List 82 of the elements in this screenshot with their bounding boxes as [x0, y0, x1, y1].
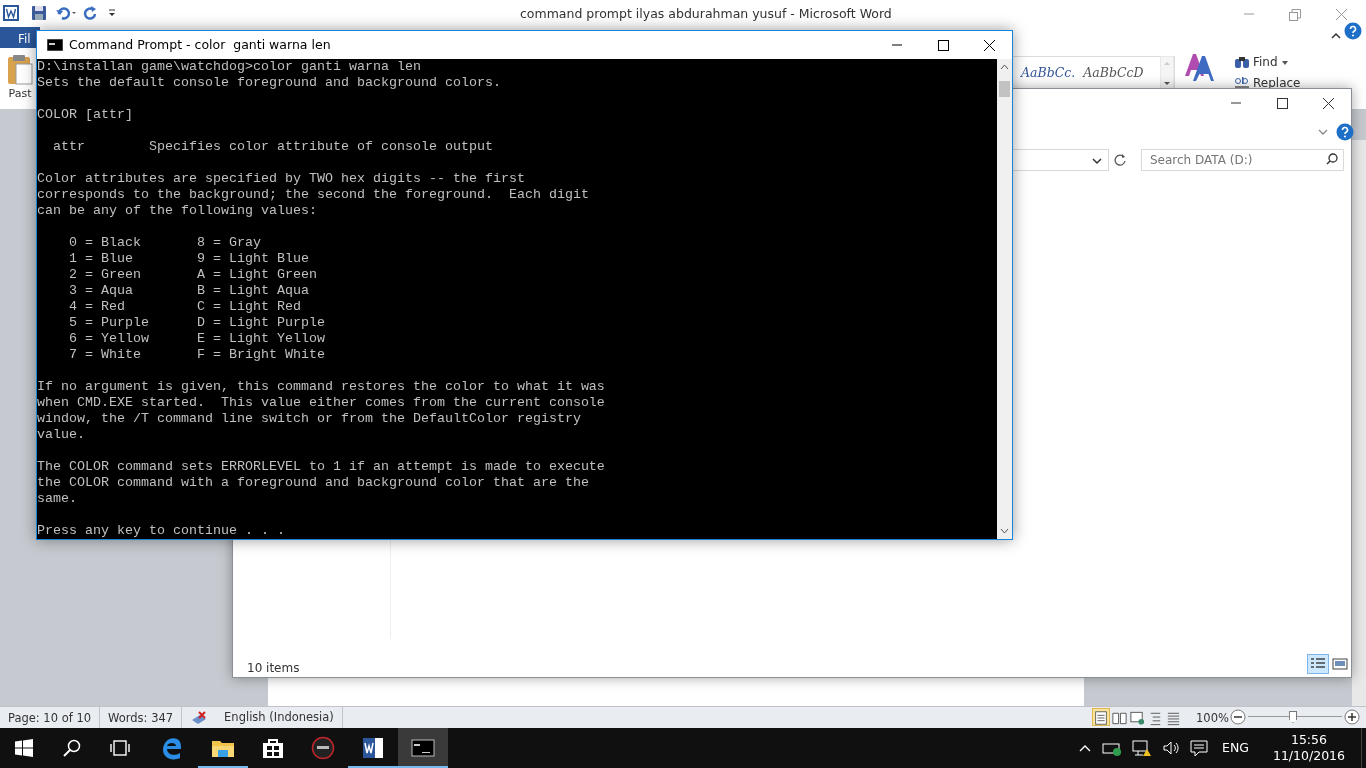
paste-label[interactable]: Past: [8, 86, 32, 103]
file-tab[interactable]: Fil: [0, 27, 40, 48]
style-preview[interactable]: AaBbCc.: [1013, 57, 1076, 89]
caret-icon: [1280, 59, 1289, 66]
action-center-icon[interactable]: [1190, 739, 1208, 757]
help-icon[interactable]: [1336, 123, 1354, 141]
clock[interactable]: 15:56 11/10/2016: [1272, 732, 1345, 764]
window-title: command prompt ilyas abdurahman yusuf - Microsoft Word: [520, 5, 892, 23]
search-field[interactable]: Search DATA (D:): [1141, 149, 1344, 171]
redo-icon[interactable]: [83, 5, 99, 21]
console-line: same.: [37, 491, 78, 507]
console-icon: [411, 736, 435, 760]
close-icon: [1321, 98, 1335, 110]
zoom-level[interactable]: 100%: [1196, 710, 1229, 728]
binoculars-icon: [1234, 55, 1250, 69]
zoom-slider[interactable]: [1248, 710, 1342, 724]
battery-icon[interactable]: [1102, 740, 1122, 756]
word-icon: [361, 736, 385, 760]
input-language[interactable]: ENG: [1222, 738, 1249, 758]
task-view-icon: [110, 740, 130, 756]
expand-ribbon-icon[interactable]: [1317, 127, 1329, 137]
help-icon[interactable]: [1344, 22, 1362, 40]
console-line: 3 = Aqua B = Light Aqua: [68, 283, 310, 299]
undo-icon[interactable]: [55, 5, 77, 21]
console-line: value.: [37, 427, 86, 443]
details-view-button[interactable]: [1307, 654, 1329, 674]
console-icon: [47, 39, 63, 51]
console-line: D:\installan game\watchdog>color ganti warna len: [37, 59, 422, 75]
scrollbar[interactable]: [1352, 140, 1366, 706]
console-line: 7 = White F = Bright White: [68, 347, 326, 363]
style-preview[interactable]: AaBbCcD: [1075, 57, 1144, 89]
console-line: Press any key to continue . . .: [37, 523, 286, 539]
speaker-icon[interactable]: [1162, 740, 1180, 756]
console-line: If no argument is given, this command restores the color to what it was: [37, 379, 606, 395]
paste-icon[interactable]: [6, 54, 34, 86]
console-line: corresponds to the background; the second the foreground. Each digit: [37, 187, 590, 203]
maximize-icon: [1275, 98, 1289, 110]
window-title: Command Prompt - color ganti warna len: [69, 35, 331, 54]
close-icon: [1334, 9, 1348, 21]
zoom-thumb[interactable]: [1289, 711, 1298, 723]
refresh-icon[interactable]: [1113, 153, 1127, 167]
windows-logo-icon: [15, 739, 33, 757]
close-icon: [982, 40, 996, 52]
maximize-icon: [936, 40, 950, 52]
console-line: 6 = Yellow E = Light Yellow: [68, 331, 326, 347]
restore-icon: [1288, 9, 1302, 21]
styles-scroll-icon[interactable]: [1160, 56, 1174, 90]
print-layout-icon[interactable]: [1092, 708, 1110, 726]
console-line: when CMD.EXE started. This value either comes from the current console: [37, 395, 606, 411]
search-icon: [63, 739, 81, 757]
network-warning-icon[interactable]: [1132, 739, 1152, 757]
console-line: The COLOR command sets ERRORLEVEL to 1 if an attempt is made to execute: [37, 459, 606, 475]
item-count: 10 items: [247, 660, 300, 677]
language-indicator[interactable]: English (Indonesia): [224, 708, 334, 727]
show-hidden-icons-icon[interactable]: [1078, 743, 1092, 753]
console-line: 5 = Purple D = Light Purple: [68, 315, 326, 331]
console-line: window, the /T command line switch or from the DefaultColor registry: [37, 411, 582, 427]
taskbar-app-button[interactable]: [398, 728, 448, 768]
word-logo-icon: [3, 5, 19, 21]
zoom-in-button[interactable]: [1344, 709, 1360, 725]
dropdown-icon[interactable]: [1092, 157, 1102, 165]
save-icon[interactable]: [31, 5, 47, 21]
change-styles-icon[interactable]: [1184, 52, 1216, 82]
search-icon: [1326, 153, 1338, 165]
shopping-bag-icon: [261, 736, 285, 760]
console-line: 0 = Black 8 = Gray: [68, 235, 262, 251]
console-line: can be any of the following values:: [37, 203, 318, 219]
console-line: COLOR [attr]: [37, 107, 134, 123]
console-line: Sets the default console foreground and background colors.: [37, 75, 502, 91]
collapse-ribbon-icon[interactable]: [1330, 31, 1342, 41]
ring-icon: [311, 736, 335, 760]
console-line: attr Specifies color attribute of console output: [52, 139, 494, 155]
picture-frame-icon: [1332, 657, 1348, 671]
zoom-out-button[interactable]: [1230, 709, 1246, 725]
console-line: 1 = Blue 9 = Light Blue: [68, 251, 310, 267]
console-line: the COLOR command with a foreground and background color that are the: [37, 475, 590, 491]
console-line: Color attributes are specified by TWO hex digits -- the first: [37, 171, 526, 187]
find-button[interactable]: Find: [1234, 53, 1289, 71]
console-line: 4 = Red C = Light Red: [68, 299, 302, 315]
console-line: 2 = Green A = Light Green: [68, 267, 318, 283]
list-icon: [1310, 657, 1326, 671]
proofing-icon[interactable]: [190, 709, 209, 726]
